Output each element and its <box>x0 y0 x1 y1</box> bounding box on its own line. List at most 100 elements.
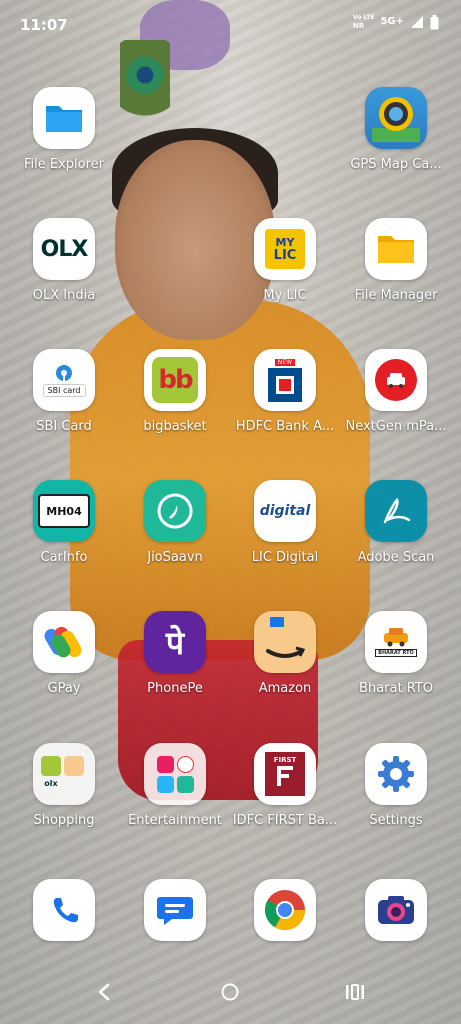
idfc-logo-text: FIRST <box>273 756 297 764</box>
camera-icon <box>365 879 427 941</box>
app-adobe-scan[interactable]: Adobe Scan <box>341 480 451 565</box>
app-label: IDFC FIRST Ba... <box>232 813 338 828</box>
file-manager-icon <box>365 218 427 280</box>
my-lic-icon: MY LIC <box>254 218 316 280</box>
app-label: File Explorer <box>23 157 104 172</box>
app-label: Adobe Scan <box>357 550 435 565</box>
lic-digital-icon: digital <box>254 480 316 542</box>
battery-icon <box>430 14 439 29</box>
olx-icon: OLX <box>33 218 95 280</box>
gps-camera-icon <box>365 87 427 149</box>
mylic-text-lic: LIC <box>273 248 297 263</box>
dock-chrome[interactable] <box>230 879 340 941</box>
app-label: File Manager <box>354 288 438 303</box>
settings-icon <box>365 743 427 805</box>
amazon-icon <box>254 611 316 673</box>
app-carinfo[interactable]: MH04 CarInfo <box>9 480 119 565</box>
app-hdfc-bank[interactable]: NEW HDFC Bank A... <box>230 349 340 434</box>
app-my-lic[interactable]: MY LIC My LIC <box>230 218 340 303</box>
app-settings[interactable]: Settings <box>341 743 451 828</box>
mini-bigbasket-icon <box>41 755 61 776</box>
dock-messages[interactable] <box>120 879 230 941</box>
bigbasket-icon: bb <box>144 349 206 411</box>
app-label: LIC Digital <box>251 550 319 565</box>
phone-icon <box>33 879 95 941</box>
app-label: CarInfo <box>40 550 88 565</box>
app-olx-india[interactable]: OLX OLX India <box>9 218 119 303</box>
nextgen-icon <box>365 349 427 411</box>
gpay-icon <box>33 611 95 673</box>
app-label: PhonePe <box>147 681 203 696</box>
sbi-card-icon: SBI card <box>33 349 95 411</box>
app-label: NextGen mPa... <box>345 419 447 434</box>
app-file-explorer[interactable]: File Explorer <box>9 87 119 172</box>
mini-olx-icon: olx <box>44 778 58 788</box>
recents-button[interactable] <box>345 982 365 1006</box>
mini-gallery-icon <box>156 775 174 793</box>
app-file-manager[interactable]: File Manager <box>341 218 451 303</box>
app-label: Settings <box>369 813 423 828</box>
app-lic-digital[interactable]: digital LIC Digital <box>230 480 340 565</box>
app-label: HDFC Bank A... <box>235 419 335 434</box>
volte-indicator: Vo LTE NR <box>353 14 375 30</box>
folder-icon <box>33 87 95 149</box>
status-bar: 11:07 Vo LTE NR 5G+ <box>0 0 461 52</box>
network-type: 5G+ <box>380 16 404 27</box>
app-bharat-rto[interactable]: BHARAT RTO Bharat RTO <box>341 611 451 696</box>
app-amazon[interactable]: Amazon <box>230 611 340 696</box>
back-button[interactable] <box>96 982 112 1006</box>
bharat-rto-icon: BHARAT RTO <box>365 611 427 673</box>
app-label: My LIC <box>263 288 307 303</box>
recents-icon <box>346 984 364 1000</box>
hdfc-icon: NEW <box>254 349 316 411</box>
mini-video-icon <box>176 755 194 773</box>
app-idfc-first-bank[interactable]: FIRST IDFC FIRST Ba... <box>230 743 340 828</box>
bigbasket-logo-text: bb <box>158 365 193 395</box>
signal-icon <box>411 16 423 28</box>
jiosaavn-icon <box>144 480 206 542</box>
home-icon <box>221 983 239 1001</box>
home-button[interactable] <box>220 982 240 1006</box>
app-label: OLX India <box>32 288 96 303</box>
phonepe-icon: पे <box>144 611 206 673</box>
carinfo-plate-text: MH04 <box>46 504 82 518</box>
mini-jiosaavn-icon <box>176 775 194 793</box>
app-label: GPay <box>47 681 81 696</box>
app-label: Amazon <box>258 681 312 696</box>
volte-text: Vo LTE <box>352 14 375 21</box>
dock-phone[interactable] <box>9 879 119 941</box>
app-label: Shopping <box>33 813 95 828</box>
app-label: SBI Card <box>36 419 92 434</box>
adobe-scan-icon <box>365 480 427 542</box>
clock: 11:07 <box>20 16 68 34</box>
app-gps-map-camera[interactable]: GPS Map Ca... <box>341 87 451 172</box>
app-jiosaavn[interactable]: JioSaavn <box>120 480 230 565</box>
app-sbi-card[interactable]: SBI card SBI Card <box>9 349 119 434</box>
app-label: Entertainment <box>128 813 222 828</box>
back-icon <box>98 983 110 1001</box>
chrome-icon <box>254 879 316 941</box>
app-bigbasket[interactable]: bb bigbasket <box>120 349 230 434</box>
navigation-bar <box>0 964 461 1024</box>
app-label: Bharat RTO <box>359 681 433 696</box>
rto-plate-text: BHARAT RTO <box>375 649 417 657</box>
hdfc-new-badge: NEW <box>274 358 296 366</box>
messages-icon <box>144 879 206 941</box>
sbi-card-text: SBI card <box>42 383 86 397</box>
app-label: bigbasket <box>143 419 207 434</box>
app-nextgen-mparivahan[interactable]: NextGen mPa... <box>341 349 451 434</box>
lic-digital-text: digital <box>259 503 311 519</box>
app-label: JioSaavn <box>147 550 203 565</box>
idfc-icon: FIRST <box>254 743 316 805</box>
folder-entertainment-icon <box>144 743 206 805</box>
carinfo-icon: MH04 <box>33 480 95 542</box>
dock-camera[interactable] <box>341 879 451 941</box>
phonepe-logo-text: पे <box>165 623 185 662</box>
mini-camera-icon <box>156 755 174 773</box>
folder-shopping[interactable]: olx Shopping <box>9 743 119 828</box>
app-gpay[interactable]: GPay <box>9 611 119 696</box>
app-phonepe[interactable]: पे PhonePe <box>120 611 230 696</box>
nr-text: NR <box>352 22 365 30</box>
olx-logo-text: OLX <box>40 236 89 262</box>
folder-entertainment[interactable]: Entertainment <box>120 743 230 828</box>
